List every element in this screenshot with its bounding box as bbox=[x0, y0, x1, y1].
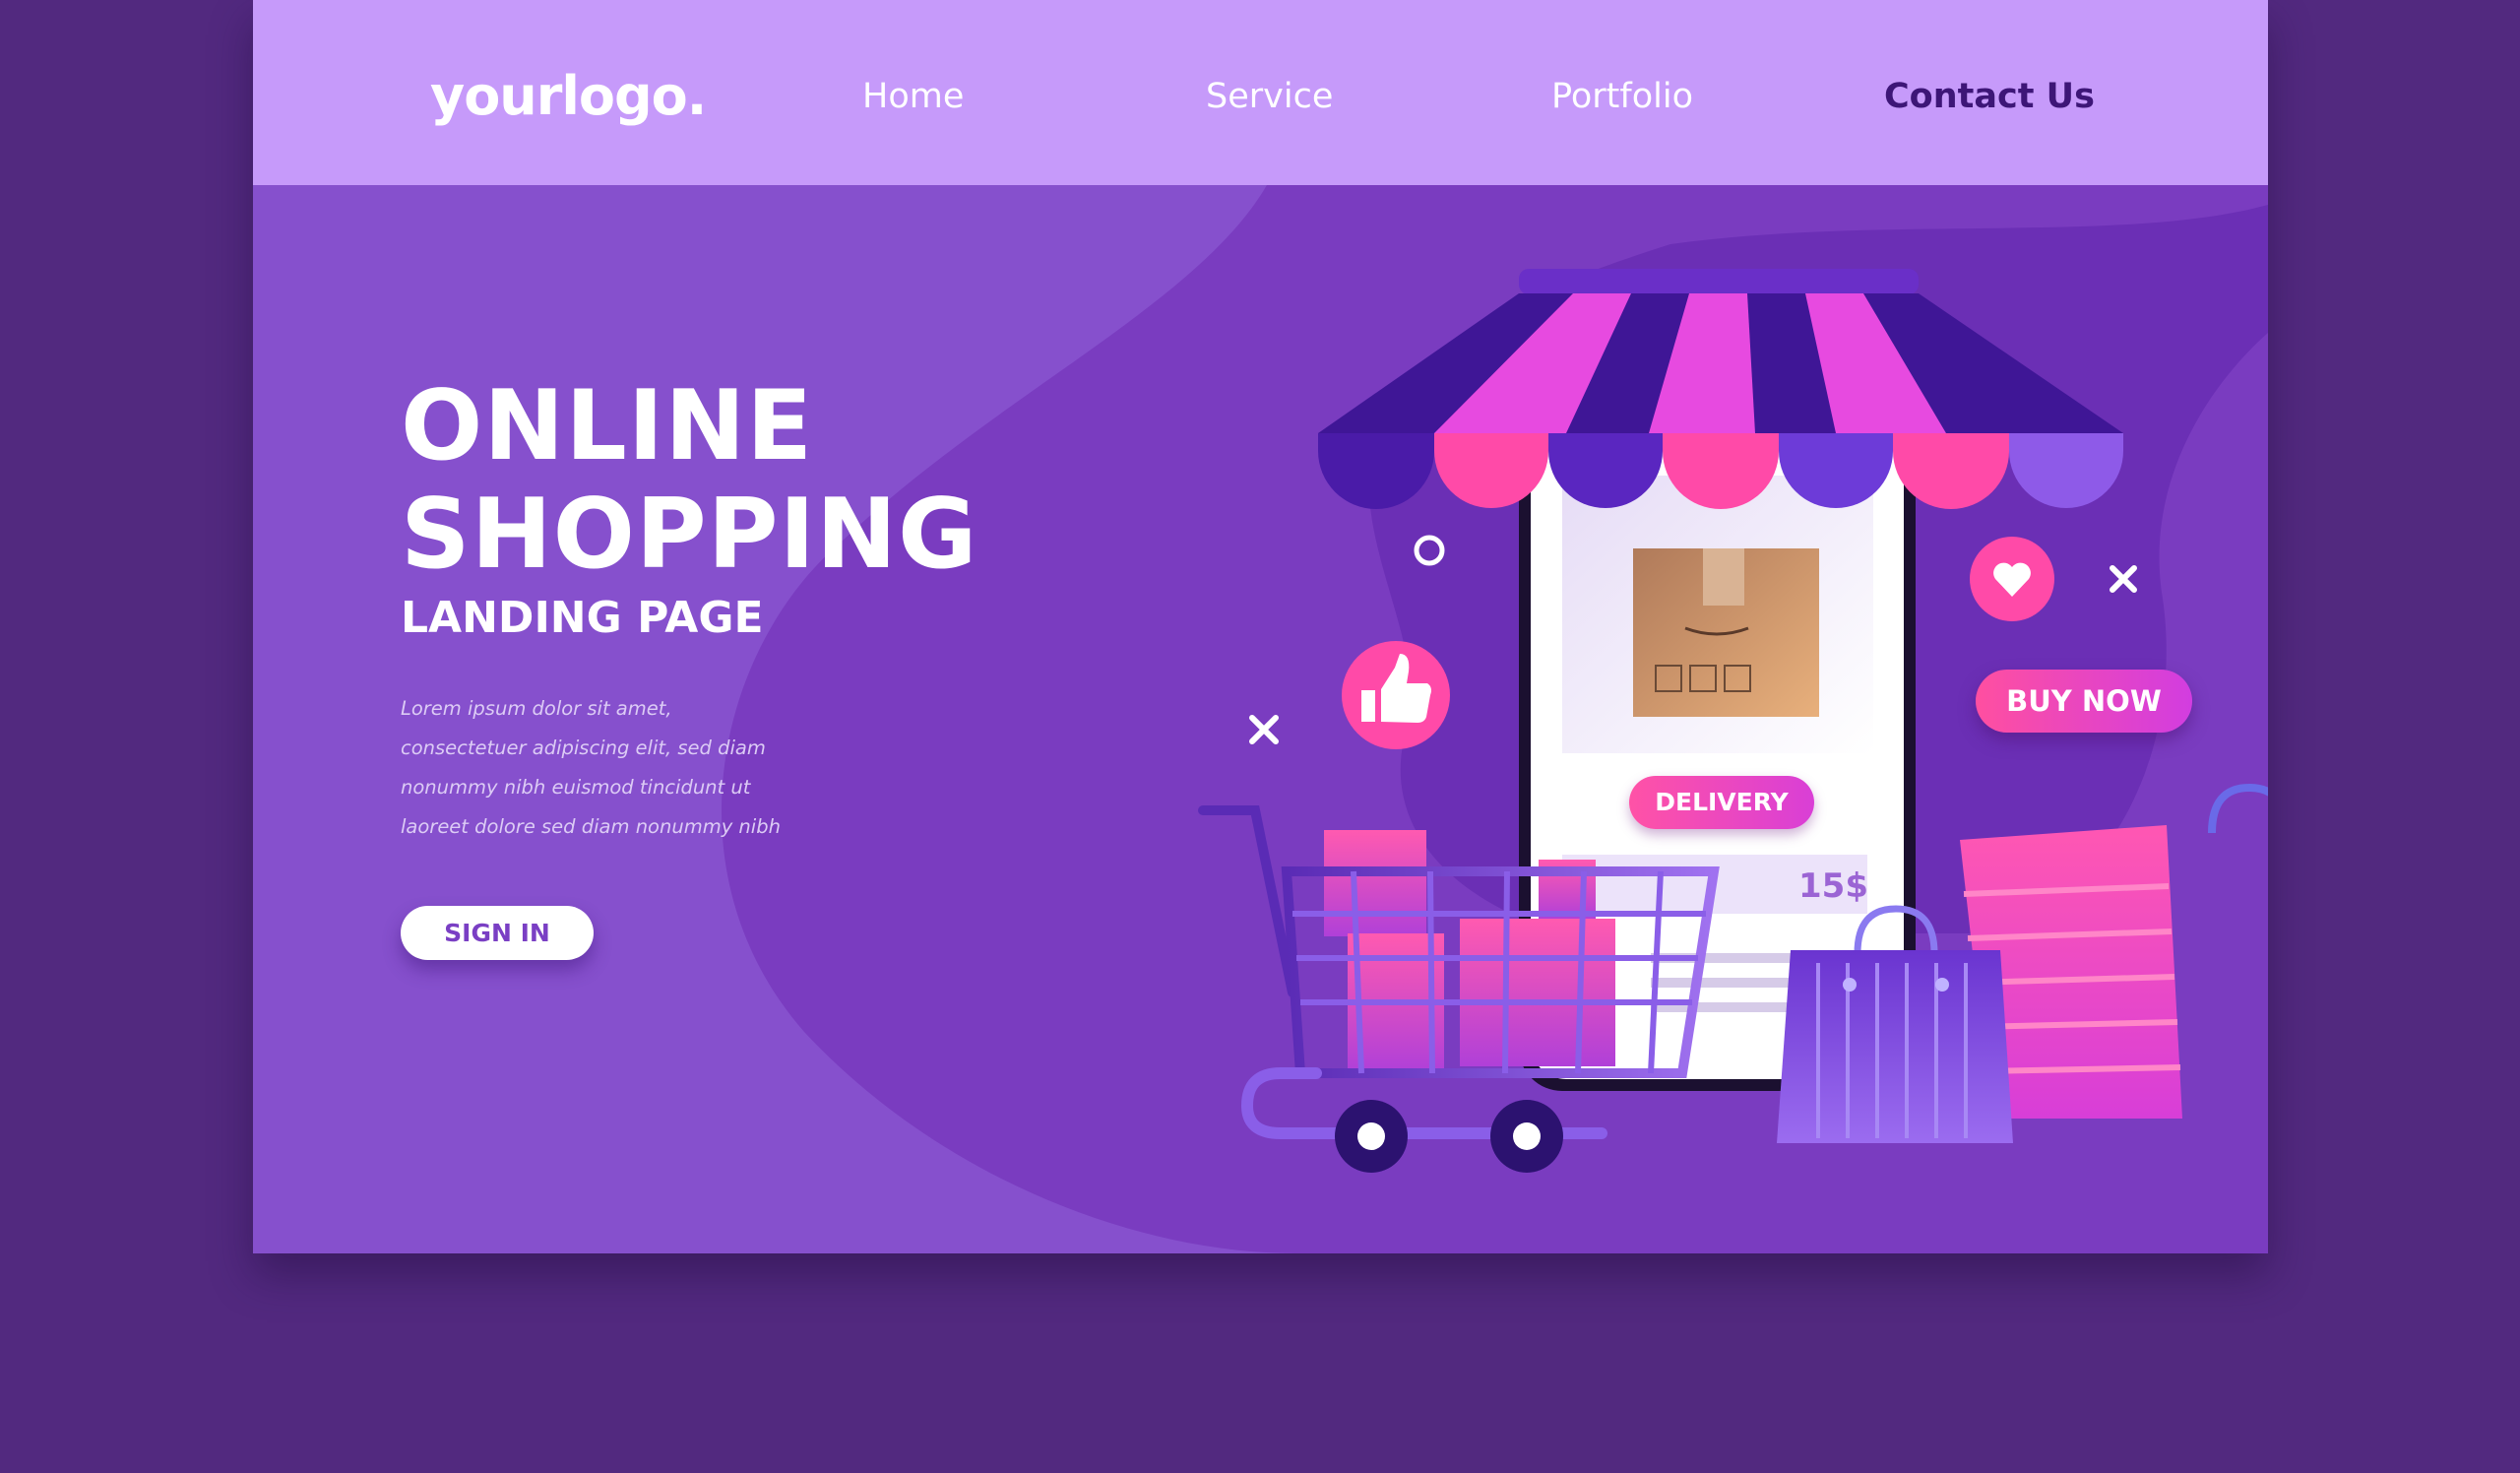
body-line: nonummy nibh euismod tincidunt ut bbox=[401, 776, 751, 799]
outer-background: yourlogo. Home Service Portfolio Contact… bbox=[0, 0, 2520, 1473]
hero-subtitle: LANDING PAGE bbox=[401, 593, 764, 643]
body-line: laoreet dolore sed diam nonummy nibh bbox=[401, 815, 781, 838]
body-line: consectetuer adipiscing elit, sed diam bbox=[401, 736, 766, 759]
hero-title: ONLINE SHOPPING bbox=[401, 372, 977, 589]
hero-title-line1: ONLINE bbox=[401, 370, 814, 482]
navbar: yourlogo. Home Service Portfolio Contact… bbox=[253, 0, 2268, 185]
hero-body-text: Lorem ipsum dolor sit amet, consectetuer… bbox=[401, 689, 853, 847]
package-box-icon bbox=[1633, 548, 1819, 717]
hero-title-line2: SHOPPING bbox=[401, 479, 978, 591]
storefront-awning-icon bbox=[1318, 269, 2123, 509]
nav-link-contact-us[interactable]: Contact Us bbox=[1884, 77, 2095, 116]
landing-page: yourlogo. Home Service Portfolio Contact… bbox=[253, 0, 2268, 1253]
close-x-icon bbox=[1249, 715, 1279, 744]
nav-link-service[interactable]: Service bbox=[1206, 77, 1333, 116]
nav-link-home[interactable]: Home bbox=[862, 77, 964, 116]
heart-icon bbox=[1970, 537, 2054, 621]
buy-now-button[interactable]: BUY NOW bbox=[1976, 670, 2192, 733]
price-label: 15$ bbox=[1798, 866, 1868, 906]
body-line: Lorem ipsum dolor sit amet, bbox=[401, 697, 672, 720]
close-x-icon bbox=[2110, 565, 2137, 593]
sign-in-button[interactable]: SIGN IN bbox=[401, 906, 594, 960]
delivery-badge: DELIVERY bbox=[1629, 776, 1814, 829]
nav-link-portfolio[interactable]: Portfolio bbox=[1551, 77, 1693, 116]
site-logo[interactable]: yourlogo. bbox=[430, 65, 707, 127]
thumbs-up-icon bbox=[1342, 641, 1450, 749]
circle-ring-icon bbox=[1414, 535, 1445, 566]
